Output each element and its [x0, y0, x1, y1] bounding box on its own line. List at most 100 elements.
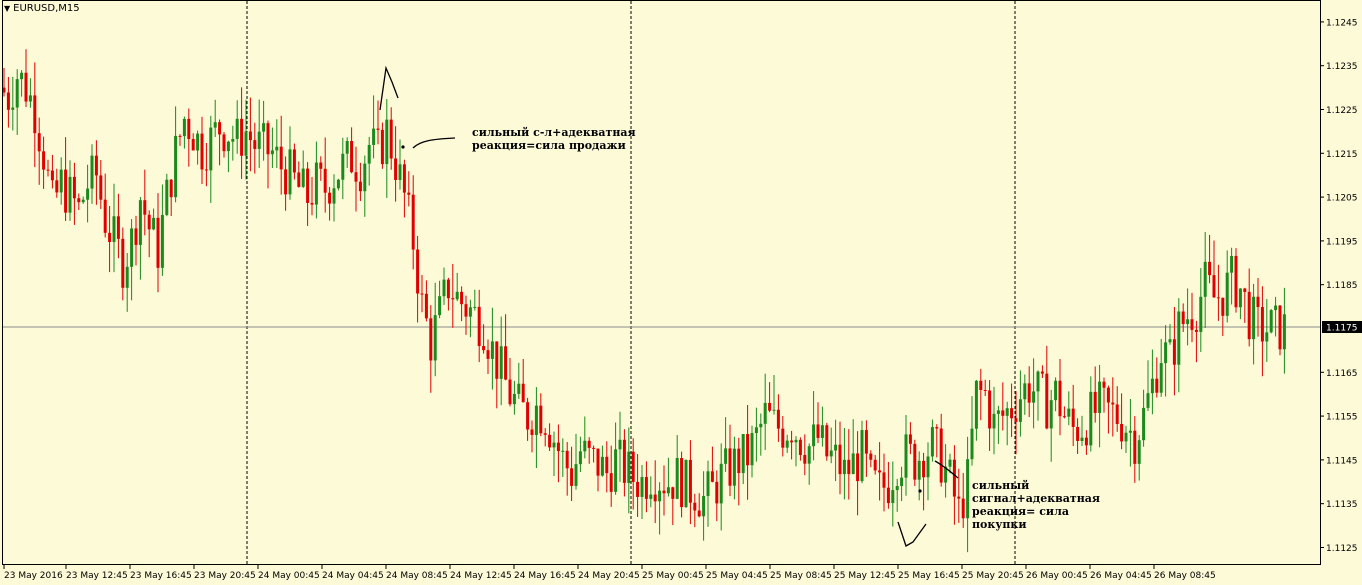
candle-bear	[143, 200, 147, 215]
candle-bear	[662, 490, 666, 494]
candle-bear	[64, 169, 68, 213]
candle-bull	[1177, 311, 1181, 365]
sell-annotation: сильный с-л+адекватная реакция=сила прод…	[472, 126, 636, 152]
candle-bear	[504, 346, 508, 380]
candle-bull	[895, 486, 899, 491]
candle-bull	[842, 459, 846, 475]
buy-annotation: сильный сигнал+адекватная реакция= сила …	[972, 479, 1101, 531]
candle-bull	[706, 471, 710, 496]
candle-bear	[248, 131, 252, 141]
candle-bear	[279, 146, 283, 170]
candle-bear	[376, 128, 380, 130]
candle-bear	[864, 430, 868, 454]
candle-bear	[565, 450, 569, 469]
candle-bull	[996, 410, 1000, 414]
candle-bear	[55, 180, 59, 193]
candle-bear	[882, 472, 886, 488]
candle-bull	[970, 428, 974, 460]
candle-bear	[169, 179, 173, 198]
candle-bull	[1137, 440, 1141, 464]
caret-down-icon[interactable]: ▼	[4, 4, 10, 13]
candle-bear	[961, 498, 965, 519]
candle-bear	[653, 494, 657, 502]
candle-bear	[1190, 319, 1194, 330]
candle-bear	[1093, 391, 1097, 413]
candle-bear	[790, 440, 794, 443]
candle-bull	[68, 176, 72, 213]
candle-bear	[407, 192, 411, 195]
candle-bear	[50, 170, 54, 181]
x-tick-label: 24 May 12:45	[450, 571, 512, 581]
candle-bear	[292, 149, 296, 173]
candle-bear	[913, 443, 917, 480]
candle-bear	[350, 141, 354, 173]
candle-bull	[926, 456, 930, 478]
candle-bear	[72, 176, 76, 199]
candle-bear	[816, 424, 820, 438]
candle-bull	[442, 279, 446, 297]
candle-bear	[847, 459, 851, 475]
candle-bull	[750, 433, 754, 466]
candle-bull	[891, 490, 895, 504]
candle-bull	[614, 449, 618, 492]
candle-bear	[908, 434, 912, 444]
candle-bear	[952, 459, 956, 497]
candle-bull	[28, 95, 32, 102]
candle-bull	[948, 459, 952, 467]
y-tick-label: 1.1165	[1326, 369, 1358, 379]
candle-bull	[618, 439, 622, 450]
candle-bear	[1243, 288, 1247, 292]
candle-bear	[411, 194, 415, 250]
price-chart[interactable]: 1.1245 1.1235 1.1225 1.1215 1.1205 1.1195 1.11…	[0, 0, 1362, 585]
marker-dot-2	[918, 489, 922, 493]
candle-bear	[486, 350, 490, 359]
candle-bear	[1221, 297, 1225, 316]
candle-bull	[11, 107, 15, 110]
symbol-label: EURUSD,M15	[13, 3, 80, 14]
candle-bull	[1049, 400, 1053, 429]
candle-bear	[1155, 378, 1159, 393]
candle-bear	[394, 158, 398, 180]
candle-bull	[561, 450, 565, 452]
candle-bear	[6, 92, 10, 110]
candle-bull	[851, 453, 855, 475]
candle-bear	[108, 232, 112, 243]
candle-bull	[213, 122, 217, 128]
candle-bull	[301, 168, 305, 187]
candle-bear	[1111, 402, 1115, 405]
candle-bear	[319, 162, 323, 169]
candle-bear	[1014, 418, 1018, 422]
candle-bull	[160, 214, 164, 268]
candle-bull	[834, 444, 838, 451]
candle-bull	[675, 458, 679, 499]
candle-bear	[389, 119, 393, 159]
candle-bear	[121, 238, 125, 288]
candle-bull	[812, 424, 816, 447]
candle-bull	[992, 413, 996, 429]
candle-bear	[636, 481, 640, 497]
candle-bull	[794, 439, 798, 443]
candle-bull	[930, 427, 934, 457]
candle-bull	[182, 118, 186, 137]
candle-bull	[372, 128, 376, 145]
candle-bull	[270, 150, 274, 155]
candle-bear	[570, 468, 574, 486]
candle-bull	[125, 266, 129, 288]
x-tick-label: 24 May 04:45	[322, 571, 384, 581]
candle-bull	[499, 346, 503, 379]
candle-bear	[116, 216, 120, 239]
candle-bull	[512, 393, 516, 405]
symbol-header[interactable]: ▼ EURUSD,M15	[4, 3, 80, 14]
candle-bull	[336, 179, 340, 189]
candle-bear	[1256, 296, 1260, 308]
x-tick-label: 26 May 00:45	[1026, 571, 1088, 581]
candle-bear	[886, 487, 890, 504]
candle-bull	[433, 315, 437, 361]
candle-bear	[204, 169, 208, 171]
candle-bear	[218, 122, 222, 135]
candle-bull	[917, 460, 921, 480]
candle-bear	[1045, 373, 1049, 429]
y-tick-label: 1.1235	[1326, 62, 1358, 72]
candle-bear	[420, 293, 424, 295]
candle-bull	[473, 306, 477, 308]
